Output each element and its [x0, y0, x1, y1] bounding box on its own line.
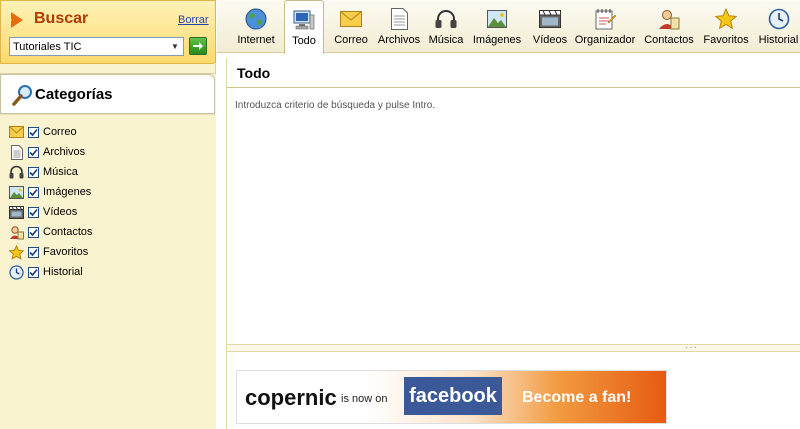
- contact-icon: [657, 7, 681, 31]
- tab-organizador[interactable]: Organizador: [574, 0, 636, 53]
- tab-label: Organizador: [574, 34, 636, 46]
- category-item-historial[interactable]: Historial: [0, 262, 216, 282]
- category-checkbox[interactable]: [28, 186, 39, 198]
- tab-favoritos[interactable]: Favoritos: [703, 0, 749, 53]
- category-item-musica[interactable]: Música: [0, 162, 216, 182]
- tab-internet[interactable]: Internet: [234, 0, 278, 53]
- star-icon: [714, 7, 738, 31]
- category-item-videos[interactable]: Vídeos: [0, 202, 216, 222]
- category-checkbox[interactable]: [28, 166, 39, 178]
- clock-icon: [767, 7, 791, 31]
- headphones-icon: [434, 7, 458, 31]
- chevron-down-icon[interactable]: ▼: [167, 38, 183, 55]
- tab-label: Correo: [334, 34, 368, 46]
- banner-brand: copernic: [245, 385, 337, 410]
- envelope-icon: [9, 125, 24, 140]
- category-checkbox[interactable]: [28, 206, 39, 218]
- clock-icon: [9, 264, 24, 280]
- envelope-icon: [339, 7, 363, 31]
- facebook-wordmark: facebook: [409, 384, 497, 407]
- tab-label: Favoritos: [703, 34, 749, 46]
- search-combobox[interactable]: ▼: [9, 37, 184, 56]
- category-label: Favoritos: [43, 246, 89, 258]
- category-item-contactos[interactable]: Contactos: [0, 222, 216, 242]
- category-label: Contactos: [43, 226, 93, 238]
- category-item-archivos[interactable]: Archivos: [0, 142, 216, 162]
- category-label: Vídeos: [43, 206, 78, 218]
- tab-musica[interactable]: Música: [427, 0, 465, 53]
- tab-contactos[interactable]: Contactos: [644, 0, 694, 53]
- page-title: Todo: [237, 65, 271, 81]
- category-checkbox[interactable]: [28, 126, 39, 138]
- organizer-icon: [593, 7, 617, 31]
- categories-panel: Categorías Correo Archivos Música Imágen…: [0, 73, 216, 429]
- banner-text: is now on: [341, 393, 388, 405]
- pane-splitter[interactable]: ···: [227, 342, 800, 353]
- document-icon: [9, 144, 24, 160]
- arrow-right-icon: [193, 42, 203, 50]
- headphones-icon: [9, 165, 24, 180]
- globe-icon: [244, 7, 268, 31]
- picture-icon: [485, 7, 509, 31]
- category-checkbox[interactable]: [28, 266, 39, 278]
- film-icon: [9, 205, 24, 220]
- tab-label: Historial: [758, 34, 799, 46]
- contact-icon: [9, 225, 24, 240]
- category-checkbox[interactable]: [28, 146, 39, 158]
- facebook-banner[interactable]: copernic is now on facebook Become a fan…: [236, 370, 667, 424]
- category-checkbox[interactable]: [28, 246, 39, 258]
- grip-icon[interactable]: ···: [685, 342, 698, 353]
- search-input[interactable]: [10, 38, 168, 55]
- tab-label: Música: [428, 34, 464, 46]
- category-label: Imágenes: [43, 186, 92, 198]
- computer-icon: [292, 8, 316, 32]
- film-icon: [538, 7, 562, 31]
- tab-label: Internet: [237, 34, 275, 46]
- tab-label: Todo: [292, 35, 316, 47]
- categories-title: Categorías: [35, 86, 113, 103]
- category-label: Archivos: [43, 146, 86, 158]
- banner-cta: Become a fan!: [522, 389, 632, 406]
- buscar-arrow-icon: [6, 12, 23, 28]
- tab-imagenes[interactable]: Imágenes: [473, 0, 521, 53]
- results-header: Todo: [227, 58, 800, 88]
- category-checkbox[interactable]: [28, 226, 39, 238]
- category-label: Correo: [43, 126, 77, 138]
- tab-correo[interactable]: Correo: [331, 0, 371, 53]
- star-icon: [9, 244, 24, 260]
- search-title: Buscar: [34, 10, 89, 27]
- category-toolbar: Internet Todo Correo Archivos Música Imá…: [217, 0, 800, 54]
- tab-historial[interactable]: Historial: [757, 0, 800, 53]
- facebook-logo: facebook: [404, 377, 502, 415]
- search-hint: Introduzca criterio de búsqueda y pulse …: [235, 100, 436, 111]
- category-label: Historial: [43, 266, 83, 278]
- clear-link[interactable]: Borrar: [178, 14, 209, 26]
- search-panel: Buscar Borrar ▼: [0, 0, 216, 64]
- tab-label: Archivos: [377, 34, 421, 46]
- tab-label: Contactos: [644, 34, 694, 46]
- category-item-favoritos[interactable]: Favoritos: [0, 242, 216, 262]
- tab-label: Imágenes: [472, 34, 522, 46]
- category-label: Música: [43, 166, 78, 178]
- tab-todo[interactable]: Todo: [284, 0, 324, 54]
- picture-icon: [9, 185, 24, 200]
- go-button[interactable]: [189, 37, 207, 55]
- categories-list: Correo Archivos Música Imágenes Vídeos C…: [0, 122, 216, 282]
- tab-archivos[interactable]: Archivos: [377, 0, 421, 53]
- tab-label: Vídeos: [532, 34, 568, 46]
- document-icon: [387, 7, 411, 31]
- tab-videos[interactable]: Vídeos: [530, 0, 570, 53]
- categories-header: Categorías: [0, 74, 215, 114]
- category-item-imagenes[interactable]: Imágenes: [0, 182, 216, 202]
- magnifier-icon: [12, 85, 32, 106]
- category-item-correo[interactable]: Correo: [0, 122, 216, 142]
- sidebar: Buscar Borrar ▼ Categorías: [0, 0, 216, 429]
